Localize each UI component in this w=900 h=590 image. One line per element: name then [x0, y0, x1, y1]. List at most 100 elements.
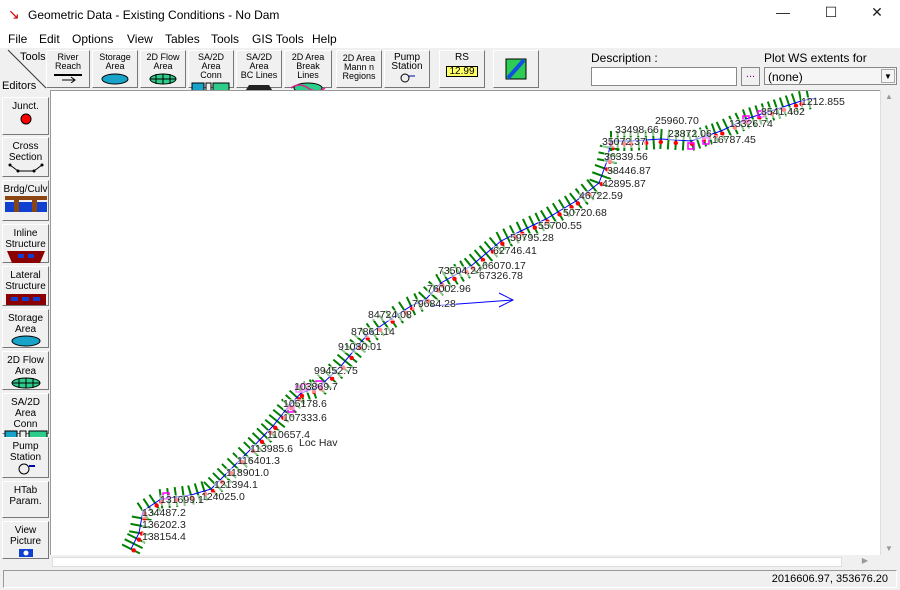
storage-area-label-2: Area — [105, 61, 125, 71]
editor-label: Junct. — [12, 101, 39, 112]
pump-station-button[interactable]: Pump Station — [384, 50, 430, 88]
river-station-label[interactable]: 124025.0 — [201, 492, 245, 503]
lateral-structure-icon — [5, 294, 47, 309]
river-station-label[interactable]: 136202.3 — [142, 520, 186, 531]
river-station-label[interactable]: 79684.28 — [412, 299, 456, 310]
menu-view[interactable]: View — [127, 32, 153, 46]
river-station-label[interactable]: 50720.68 — [563, 208, 607, 219]
maximize-button[interactable]: ☐ — [816, 4, 846, 26]
river-reach-label-2: Reach — [54, 61, 81, 71]
river-station-label[interactable]: 46722.59 — [579, 191, 623, 202]
sa-2d-area-conn-button[interactable]: SA/2D Area Conn — [188, 50, 234, 94]
description-input[interactable] — [591, 67, 737, 86]
menu-file[interactable]: File — [8, 32, 27, 46]
scroll-down-icon[interactable]: ▼ — [885, 544, 893, 553]
mann-label-3: Regions — [342, 71, 376, 81]
menu-edit[interactable]: Edit — [39, 32, 60, 46]
river-station-label[interactable]: 16787.45 — [712, 135, 756, 146]
river-station-label[interactable]: 84724.08 — [368, 310, 412, 321]
tools-label: Tools — [20, 51, 46, 63]
river-station-label[interactable]: 134487.2 — [142, 508, 186, 519]
river-station-label[interactable]: 33498.66 — [615, 125, 659, 136]
menu-tables[interactable]: Tables — [165, 32, 200, 46]
vertical-scrollbar[interactable]: ▲ ▼ — [880, 90, 897, 555]
editor-cross-section-button[interactable]: Cross Section — [2, 137, 49, 177]
horizontal-scrollbar[interactable]: ▶ — [50, 555, 880, 569]
river-station-label[interactable]: 73504.24 — [438, 266, 482, 277]
2d-flow-area-icon — [10, 377, 42, 392]
editor-htab-param-button[interactable]: HTab Param. — [2, 481, 49, 518]
bank-station-marker — [131, 548, 136, 553]
2d-breaklines-button[interactable]: 2D Area Break Lines — [284, 50, 332, 94]
menu-help[interactable]: Help — [312, 32, 337, 46]
river-station-label[interactable]: 36339.56 — [604, 152, 648, 163]
menu-gis-tools[interactable]: GIS Tools — [252, 32, 304, 46]
river-station-label[interactable]: 87861.14 — [351, 327, 395, 338]
storage-area-button[interactable]: Storage Area — [92, 50, 138, 88]
chevron-down-icon[interactable]: ▼ — [881, 69, 895, 83]
river-station-label[interactable]: 131699.1 — [160, 495, 204, 506]
menu-tools[interactable]: Tools — [211, 32, 239, 46]
minimize-button[interactable]: — — [768, 4, 798, 26]
background-map-button[interactable] — [493, 50, 539, 88]
close-button[interactable]: ✕ — [862, 4, 892, 26]
river-station-label[interactable]: 76002.96 — [427, 284, 471, 295]
editor-2d-flow-area-button[interactable]: 2D Flow Area — [2, 351, 49, 390]
river-station-label[interactable]: 116401.3 — [237, 456, 281, 467]
editor-label: View — [14, 525, 37, 536]
cross-section-icon — [8, 163, 44, 178]
profile-select[interactable]: (none) ▼ — [764, 67, 897, 85]
river-station-label[interactable]: 67326.78 — [479, 271, 523, 282]
scroll-right-icon[interactable]: ▶ — [862, 556, 868, 565]
river-network — [121, 91, 817, 555]
editor-pump-station-button[interactable]: Pump Station — [2, 437, 49, 478]
river-station-label[interactable]: 99452.75 — [314, 366, 358, 377]
scroll-up-icon[interactable]: ▲ — [885, 92, 893, 101]
bank-station-marker — [136, 537, 142, 542]
editor-sa-2d-area-conn-button[interactable]: SA/2D Area Conn — [2, 393, 49, 444]
editor-lateral-structure-button[interactable]: Lateral Structure — [2, 266, 49, 306]
river-station-label[interactable]: 1212.855 — [801, 97, 845, 108]
editor-label-2: Station — [9, 452, 42, 463]
sa-2d-bc-lines-button[interactable]: SA/2D Area BC Lines — [236, 50, 282, 93]
river-station-label[interactable]: 105178.6 — [283, 399, 327, 410]
editor-view-picture-button[interactable]: View Picture — [2, 521, 49, 559]
river-station-label[interactable]: 23872.06 — [668, 129, 712, 140]
editor-label-2: Area — [14, 324, 37, 335]
2d-flow-area-button[interactable]: 2D Flow Area — [140, 50, 186, 88]
river-station-label[interactable]: 42895.87 — [602, 179, 646, 190]
menu-options[interactable]: Options — [72, 32, 113, 46]
mann-n-regions-button[interactable]: 2D Area Mann n Regions — [336, 50, 382, 88]
river-station-label[interactable]: 59795.28 — [510, 233, 554, 244]
river-station-label[interactable]: 121394.1 — [214, 480, 258, 491]
river-station-label[interactable]: 138154.4 — [142, 532, 186, 543]
rs-button[interactable]: RS 12.99 — [439, 50, 485, 88]
river-station-label[interactable]: 107333.6 — [283, 413, 327, 424]
river-station-label[interactable]: 91030.01 — [338, 342, 382, 353]
river-station-label[interactable]: 38446.87 — [607, 166, 651, 177]
river-station-label[interactable]: 25960.70 — [655, 116, 699, 127]
bc-lines-label-2: BC Lines — [240, 70, 278, 80]
river-station-label[interactable]: 103869.7 — [294, 382, 338, 393]
description-ellipsis-button[interactable]: ... — [741, 67, 760, 86]
editor-inline-structure-button[interactable]: Inline Structure — [2, 224, 49, 263]
river-reach-button[interactable]: River Reach — [46, 50, 90, 88]
editor-label: Brdg/Culv — [3, 184, 48, 195]
editor-junct-button[interactable]: Junct. — [2, 97, 49, 135]
app-icon: ↘ — [8, 6, 20, 22]
editor-storage-area-button[interactable]: Storage Area — [2, 309, 49, 348]
river-station-label[interactable]: 113985.6 — [250, 444, 294, 455]
editor-brdg-culv-button[interactable]: Brdg/Culv — [2, 180, 49, 221]
horizontal-scroll-thumb[interactable] — [52, 557, 842, 567]
river-station-label[interactable]: 13326.74 — [729, 119, 773, 130]
river-station-label[interactable]: 8541.462 — [761, 107, 805, 118]
geometry-map-canvas[interactable]: 1212.855 8541.462 13326.74 16787.45 25960.70… — [50, 90, 880, 555]
profile-select-value: (none) — [768, 70, 803, 84]
river-station-label[interactable]: 62746.41 — [493, 246, 537, 257]
editor-label-2: Area — [14, 366, 37, 377]
river-station-label[interactable]: 55700.55 — [538, 221, 582, 232]
river-station-label[interactable]: 35072.37 — [602, 137, 646, 148]
reach-label[interactable]: Loc Hav — [299, 438, 338, 449]
cursor-coordinates: 2016606.97, 353676.20 — [771, 573, 888, 585]
river-station-label[interactable]: 118901.0 — [226, 468, 270, 479]
